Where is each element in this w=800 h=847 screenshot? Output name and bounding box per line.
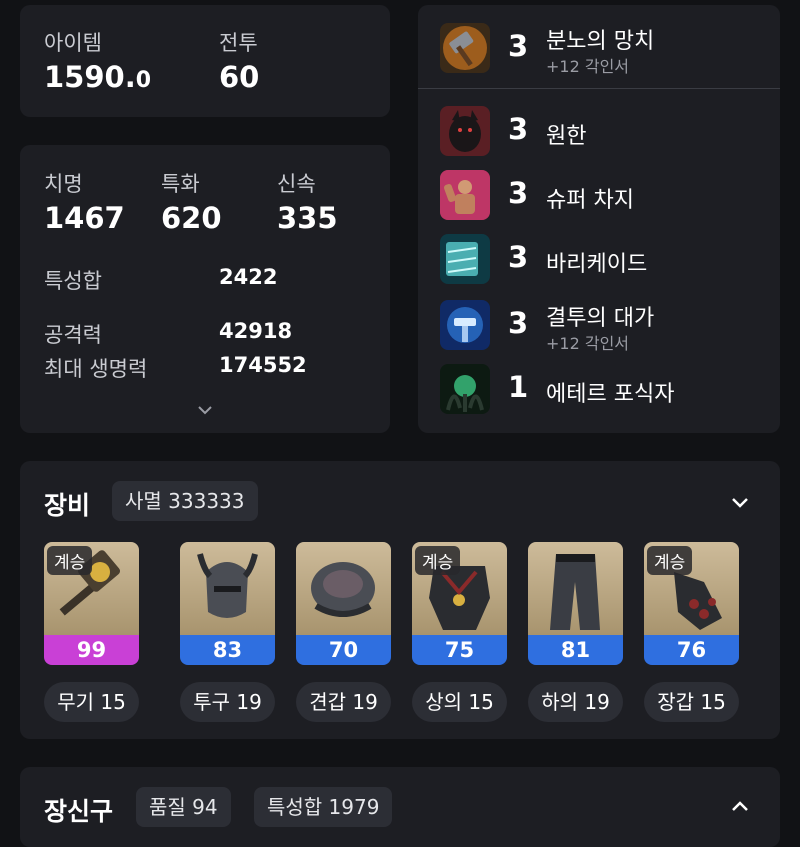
accessories-quality-badge: 품질 94 (136, 787, 231, 827)
accessories-card (20, 767, 780, 847)
inherit-tag: 계승 (415, 546, 461, 575)
super-charge-icon (440, 170, 490, 220)
accessories-title: 장신구 (44, 797, 114, 826)
grudge-icon (440, 106, 490, 156)
engraving-book: +12 각인서 (546, 57, 630, 76)
crit-label: 치명 (44, 172, 83, 196)
equipment-item-helmet[interactable]: 83 (180, 542, 275, 665)
attack-power-value: 42918 (219, 319, 293, 343)
accessories-stat-badge: 특성합 1979 (254, 787, 393, 827)
engraving-level: 3 (508, 176, 529, 210)
chevron-up-icon[interactable] (730, 796, 750, 816)
engraving-row[interactable]: 3 결투의 대가 +12 각인서 (440, 300, 770, 353)
specialization-label: 특화 (161, 172, 200, 196)
engravings-divider (418, 88, 780, 89)
engraving-row[interactable]: 3 원한 (440, 106, 770, 156)
item-level-card: 아이템 1590.0 전투 60 (20, 5, 390, 117)
slot-label: 견갑 19 (296, 682, 391, 722)
helmet-icon (180, 542, 275, 635)
item-quality: 76 (644, 635, 739, 665)
engraving-level: 3 (508, 29, 529, 63)
equipment-set-badge: 사멸 333333 (112, 481, 258, 521)
slot-label: 무기 15 (44, 682, 139, 722)
pants-icon (528, 542, 623, 635)
engraving-book: +12 각인서 (546, 334, 630, 353)
max-hp-value: 174552 (219, 353, 307, 377)
specialization-value: 620 (161, 201, 222, 235)
equipment-item-pants[interactable]: 81 (528, 542, 623, 665)
equipment-item-gloves[interactable]: 76 계승 (644, 542, 739, 665)
engraving-row[interactable]: 3 바리케이드 (440, 234, 770, 284)
engraving-name: 슈퍼 차지 (546, 188, 634, 213)
shoulder-icon (296, 542, 391, 635)
engraving-name: 분노의 망치 (546, 29, 655, 54)
equipment-title: 장비 (44, 491, 91, 520)
item-quality: 81 (528, 635, 623, 665)
engraving-level: 3 (508, 306, 529, 340)
engraving-name: 바리케이드 (546, 252, 648, 277)
equipment-item-chest[interactable]: 75 계승 (412, 542, 507, 665)
inherit-tag: 계승 (647, 546, 693, 575)
slot-label: 장갑 15 (644, 682, 739, 722)
stat-total-value: 2422 (219, 265, 278, 289)
engraving-level: 1 (508, 370, 529, 404)
combat-level-value: 60 (219, 60, 260, 94)
slot-label: 투구 19 (180, 682, 275, 722)
chevron-down-icon[interactable] (730, 493, 750, 513)
max-hp-label: 최대 생명력 (44, 357, 148, 381)
engraving-name: 에테르 포식자 (546, 382, 675, 407)
ether-predator-icon (440, 364, 490, 414)
swiftness-value: 335 (277, 201, 338, 235)
engraving-row[interactable]: 3 슈퍼 차지 (440, 170, 770, 220)
engraving-name: 결투의 대가 (546, 306, 655, 331)
equipment-item-shoulder[interactable]: 70 (296, 542, 391, 665)
item-quality: 99 (44, 635, 139, 665)
chevron-down-icon[interactable] (195, 400, 215, 420)
combat-level-label: 전투 (219, 31, 258, 55)
item-level-label: 아이템 (44, 31, 102, 55)
slot-label: 하의 19 (528, 682, 623, 722)
equipment-item-weapon[interactable]: 99 계승 (44, 542, 139, 665)
barricade-icon (440, 234, 490, 284)
engraving-level: 3 (508, 112, 529, 146)
engraving-level: 3 (508, 240, 529, 274)
item-level-value: 1590.0 (44, 60, 152, 94)
item-quality: 83 (180, 635, 275, 665)
engraving-row[interactable]: 3 분노의 망치 +12 각인서 (440, 23, 770, 76)
duel-master-icon (440, 300, 490, 350)
slot-label: 상의 15 (412, 682, 507, 722)
engraving-name: 원한 (546, 124, 587, 149)
attack-power-label: 공격력 (44, 323, 102, 347)
hammer-icon (440, 23, 490, 73)
item-quality: 75 (412, 635, 507, 665)
crit-value: 1467 (44, 201, 125, 235)
item-quality: 70 (296, 635, 391, 665)
stats-card: 치명 1467 특화 620 신속 335 특성합 2422 공격력 42918… (20, 145, 390, 433)
stat-total-label: 특성합 (44, 269, 102, 293)
inherit-tag: 계승 (47, 546, 93, 575)
swiftness-label: 신속 (277, 172, 316, 196)
engraving-row[interactable]: 1 에테르 포식자 (440, 364, 770, 414)
